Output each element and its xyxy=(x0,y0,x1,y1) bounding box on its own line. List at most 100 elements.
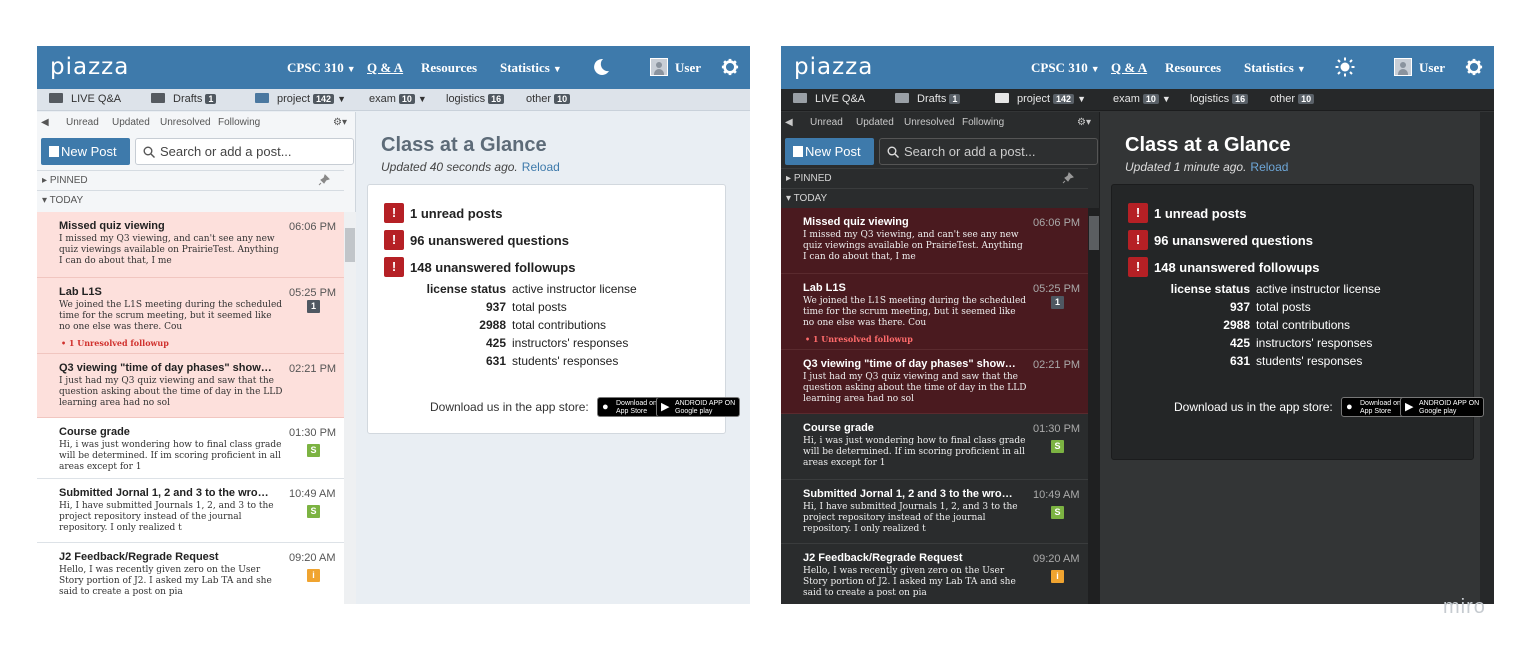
nav-qa[interactable]: Q & A xyxy=(367,60,403,76)
list-item[interactable]: Course grade 01:30 PM Hi, i was just won… xyxy=(37,418,344,479)
today-section[interactable]: ▾ TODAY xyxy=(37,190,344,210)
caret-icon: ▾ xyxy=(786,193,794,204)
nav-user[interactable]: User xyxy=(1419,60,1445,76)
reload-link[interactable]: Reload xyxy=(522,160,560,174)
search-input[interactable]: Search or add a post... xyxy=(135,138,354,165)
gear-icon[interactable]: ⚙▾ xyxy=(333,117,347,128)
folder-drafts[interactable]: Drafts 1 xyxy=(895,93,961,105)
post-snippet: Hi, i was just wondering how to final cl… xyxy=(803,436,1026,468)
collapse-arrow-icon[interactable]: ◀ xyxy=(41,117,49,128)
nav-statistics-dropdown[interactable]: Statistics ▼ xyxy=(1244,60,1306,76)
post-title: Course grade xyxy=(59,426,130,438)
nav-resources[interactable]: Resources xyxy=(1165,60,1221,76)
folder-icon xyxy=(895,93,909,103)
list-item[interactable]: Q3 viewing "time of day phases" show… 02… xyxy=(781,350,1088,414)
list-item[interactable]: Missed quiz viewing 06:06 PM I missed my… xyxy=(37,212,344,278)
folder-icon xyxy=(255,93,269,103)
filter-unread[interactable]: Unread xyxy=(810,117,843,128)
folder-label: LIVE Q&A xyxy=(815,93,866,105)
folder-logistics[interactable]: logistics 16 xyxy=(446,93,505,105)
list-item[interactable]: Missed quiz viewing 06:06 PM I missed my… xyxy=(781,208,1088,274)
alert-icon: ! xyxy=(1128,257,1148,277)
alert-row[interactable]: ! 148 unanswered followups xyxy=(1128,257,1319,277)
folder-live-qa[interactable]: LIVE Q&A xyxy=(793,93,865,105)
today-section[interactable]: ▾ TODAY xyxy=(781,188,1088,208)
list-item[interactable]: Submitted Jornal 1, 2 and 3 to the wro… … xyxy=(781,480,1088,544)
alert-row[interactable]: ! 1 unread posts xyxy=(384,203,502,223)
nav-statistics-label: Statistics xyxy=(1244,60,1294,75)
list-item[interactable]: Lab L1S 05:25 PM We joined the L1S meeti… xyxy=(37,278,344,354)
filter-unread[interactable]: Unread xyxy=(66,117,99,128)
list-item[interactable]: J2 Feedback/Regrade Request 09:20 AM Hel… xyxy=(37,543,344,604)
search-input[interactable]: Search or add a post... xyxy=(879,138,1098,165)
folder-logistics[interactable]: logistics 16 xyxy=(1190,93,1249,105)
main-scrollbar[interactable] xyxy=(736,112,750,604)
top-nav: piazza CPSC 310 ▼ Q & A Resources Statist… xyxy=(781,46,1494,89)
filter-following[interactable]: Following xyxy=(218,117,260,128)
reload-link[interactable]: Reload xyxy=(1250,160,1288,174)
scroll-thumb[interactable] xyxy=(1089,216,1099,250)
avatar[interactable] xyxy=(1394,58,1412,76)
gear-icon[interactable] xyxy=(1465,58,1483,76)
folder-project[interactable]: project 142 ▼ xyxy=(995,93,1086,105)
nav-resources[interactable]: Resources xyxy=(421,60,477,76)
folder-drafts[interactable]: Drafts 1 xyxy=(151,93,217,105)
filter-unresolved[interactable]: Unresolved xyxy=(904,117,955,128)
alert-row[interactable]: ! 96 unanswered questions xyxy=(384,230,569,250)
folder-project[interactable]: project 142 ▼ xyxy=(255,93,346,105)
google-play-button[interactable]: ▶ ANDROID APP ON Google play xyxy=(656,397,741,417)
folder-exam[interactable]: exam 10 ▼ xyxy=(369,93,427,105)
stat-label: total contributions xyxy=(512,318,607,332)
list-item[interactable]: Lab L1S 05:25 PM We joined the L1S meeti… xyxy=(781,274,1088,350)
new-post-button[interactable]: New Post xyxy=(41,138,130,165)
pinned-section[interactable]: ▸ PINNED xyxy=(37,170,344,190)
page-title: Class at a Glance xyxy=(381,134,547,156)
scroll-thumb[interactable] xyxy=(345,228,355,262)
folder-exam[interactable]: exam 10 ▼ xyxy=(1113,93,1171,105)
post-list-scrollbar[interactable] xyxy=(344,212,356,604)
piazza-logo[interactable]: piazza xyxy=(50,54,129,80)
list-item[interactable]: Submitted Jornal 1, 2 and 3 to the wro… … xyxy=(37,479,344,543)
filter-unresolved[interactable]: Unresolved xyxy=(160,117,211,128)
main-scrollbar[interactable] xyxy=(1480,112,1494,604)
filter-updated[interactable]: Updated xyxy=(856,117,894,128)
nav-statistics-dropdown[interactable]: Statistics ▼ xyxy=(500,60,562,76)
piazza-dark-window: piazza CPSC 310 ▼ Q & A Resources Statist… xyxy=(781,46,1494,604)
new-post-label: New Post xyxy=(61,144,117,159)
nav-course-dropdown[interactable]: CPSC 310 ▼ xyxy=(287,60,356,76)
collapse-arrow-icon[interactable]: ◀ xyxy=(785,117,793,128)
alert-row[interactable]: ! 148 unanswered followups xyxy=(384,257,575,277)
list-item[interactable]: J2 Feedback/Regrade Request 09:20 AM Hel… xyxy=(781,544,1088,604)
filter-updated[interactable]: Updated xyxy=(112,117,150,128)
gear-icon[interactable]: ⚙▾ xyxy=(1077,117,1091,128)
filter-following[interactable]: Following xyxy=(962,117,1004,128)
nav-course-dropdown[interactable]: CPSC 310 ▼ xyxy=(1031,60,1100,76)
alert-row[interactable]: ! 96 unanswered questions xyxy=(1128,230,1313,250)
list-item[interactable]: Course grade 01:30 PM Hi, i was just won… xyxy=(781,414,1088,480)
avatar[interactable] xyxy=(650,58,668,76)
stat-value: 2988 xyxy=(1223,318,1250,332)
list-item[interactable]: Q3 viewing "time of day phases" show… 02… xyxy=(37,354,344,418)
sun-icon[interactable] xyxy=(1335,57,1355,77)
alert-row[interactable]: ! 1 unread posts xyxy=(1128,203,1246,223)
google-play-button[interactable]: ▶ ANDROID APP ON Google play xyxy=(1400,397,1485,417)
folder-label: logistics xyxy=(446,93,486,105)
piazza-logo[interactable]: piazza xyxy=(794,54,873,80)
alert-icon: ! xyxy=(384,203,404,223)
pinned-section[interactable]: ▸ PINNED xyxy=(781,168,1088,188)
nav-qa[interactable]: Q & A xyxy=(1111,60,1147,76)
new-post-button[interactable]: New Post xyxy=(785,138,874,165)
count-badge: 10 xyxy=(1298,94,1315,104)
moon-icon[interactable] xyxy=(591,57,611,77)
folder-other[interactable]: other 10 xyxy=(1270,93,1315,105)
stat-row: license status active instructor license xyxy=(1112,282,1471,300)
gear-icon[interactable] xyxy=(721,58,739,76)
nav-user[interactable]: User xyxy=(675,60,701,76)
folder-other[interactable]: other 10 xyxy=(526,93,571,105)
alert-icon: ! xyxy=(384,230,404,250)
folder-live-qa[interactable]: LIVE Q&A xyxy=(49,93,121,105)
folder-label: other xyxy=(1270,93,1296,105)
post-list-scrollbar[interactable] xyxy=(1088,208,1100,604)
section-label: TODAY xyxy=(49,195,84,206)
stat-label: total posts xyxy=(1256,300,1311,314)
